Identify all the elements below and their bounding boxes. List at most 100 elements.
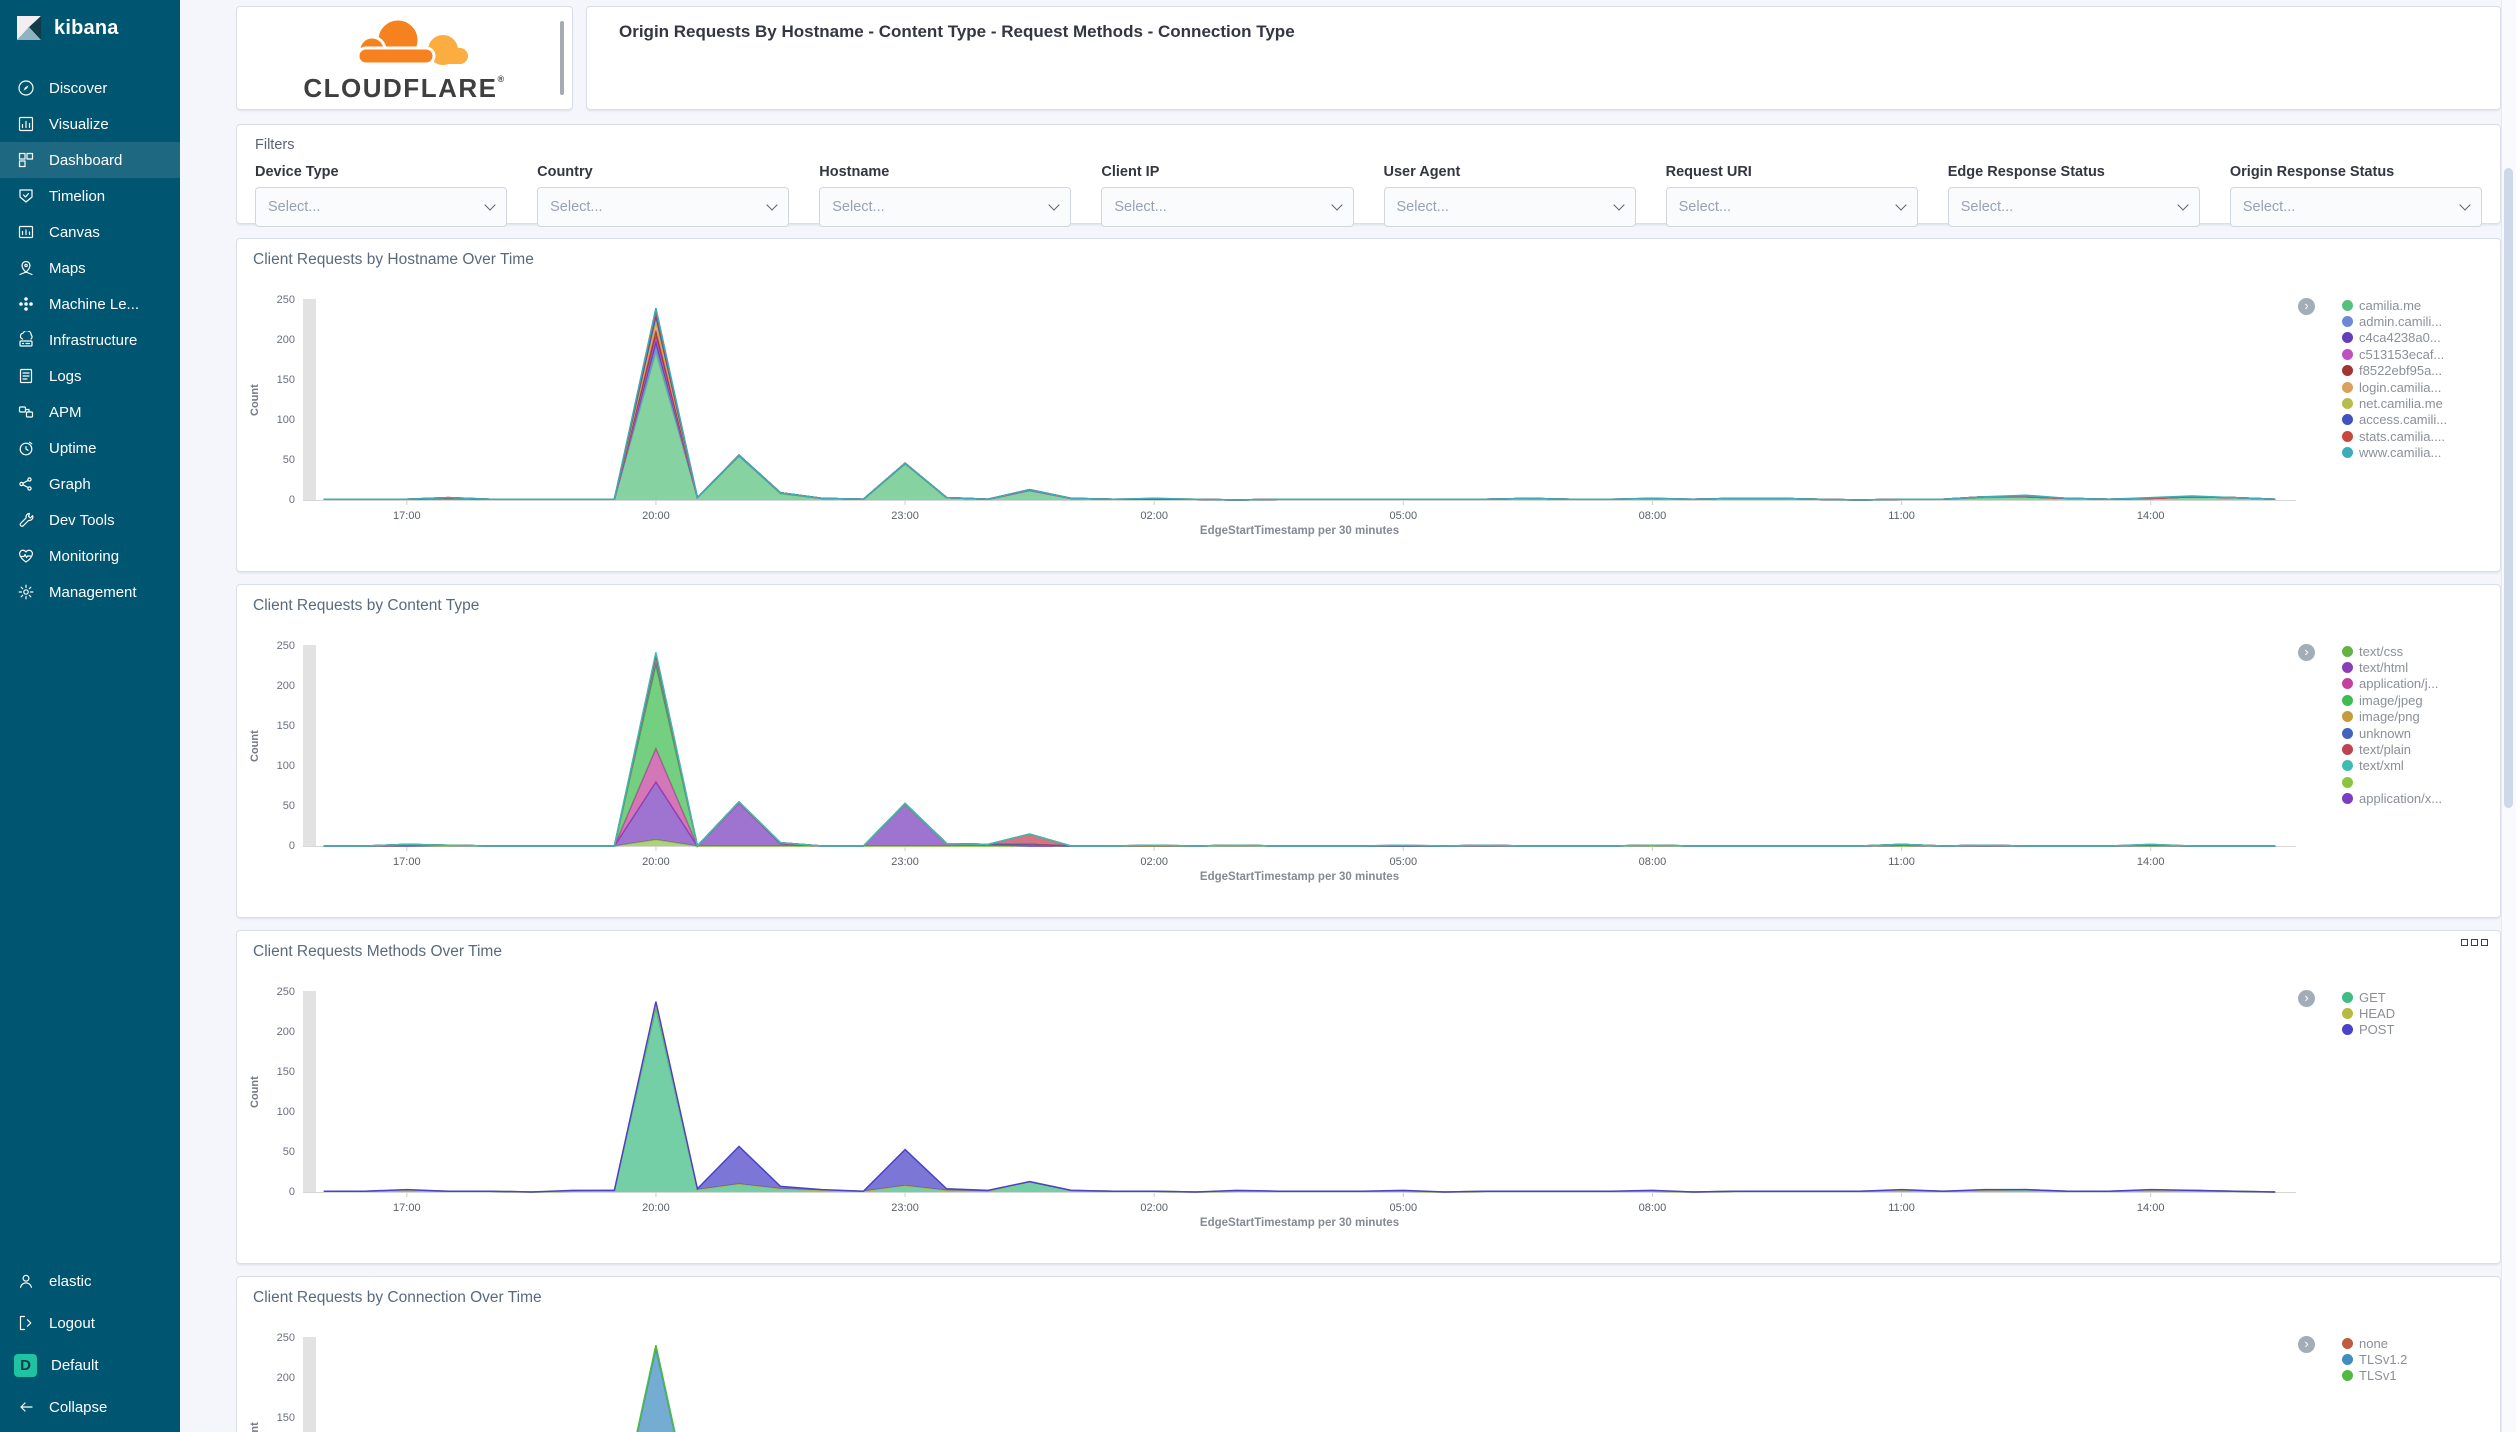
legend-toggle-icon[interactable]: › — [2298, 298, 2315, 315]
legend: › text/css text/html application/j... image/… — [2296, 641, 2494, 887]
sidebar-item-elastic[interactable]: elastic — [0, 1260, 180, 1302]
filter-select-request-uri[interactable]: Select... — [1665, 187, 1918, 227]
sidebar-item-label: Logout — [49, 1314, 95, 1332]
legend-item[interactable]: application/x... — [2342, 791, 2494, 807]
legend-item[interactable]: text/xml — [2342, 758, 2494, 774]
x-tick-label: 02:00 — [1140, 856, 1168, 868]
y-axis: 050100150200250 — [265, 1332, 303, 1432]
legend-item[interactable]: TLSv1.2 — [2342, 1351, 2494, 1367]
legend-label: POST — [2359, 1022, 2395, 1038]
area-chart-plot[interactable] — [303, 987, 2296, 1197]
legend-item[interactable]: c513153ecaf... — [2342, 346, 2494, 362]
kibana-logo[interactable]: kibana — [0, 0, 180, 56]
area-chart-plot[interactable] — [303, 1333, 2296, 1432]
legend-label: HEAD — [2359, 1006, 2396, 1022]
legend-item[interactable]: GET — [2342, 989, 2494, 1005]
legend-item[interactable]: access.camili... — [2342, 412, 2494, 428]
legend-item[interactable]: www.camilia... — [2342, 445, 2494, 461]
chart-title: Client Requests by Connection Over Time — [253, 1289, 542, 1306]
area-chart-plot[interactable] — [303, 295, 2296, 505]
panel-scrollbar[interactable] — [560, 21, 564, 95]
legend-item[interactable]: net.camilia.me — [2342, 395, 2494, 411]
legend-item[interactable]: f8522ebf95a... — [2342, 363, 2494, 379]
sidebar-item-monitoring[interactable]: Monitoring — [0, 538, 180, 574]
partial-bucket-band — [303, 991, 316, 1192]
dashboard-icon — [17, 151, 35, 169]
timelion-icon — [17, 187, 35, 205]
visualize-icon — [17, 115, 35, 133]
sidebar-item-uptime[interactable]: Uptime — [0, 430, 180, 466]
sidebar-item-timelion[interactable]: Timelion — [0, 178, 180, 214]
legend-color-dot — [2342, 1024, 2353, 1036]
sidebar-item-collapse[interactable]: Collapse — [0, 1386, 180, 1428]
sidebar-item-management[interactable]: Management — [0, 574, 180, 610]
legend-color-dot — [2342, 793, 2353, 805]
sidebar-item-apm[interactable]: APM — [0, 394, 180, 430]
legend-color-dot — [2342, 381, 2353, 393]
legend-item[interactable]: text/plain — [2342, 741, 2494, 757]
sidebar-item-logout[interactable]: Logout — [0, 1302, 180, 1344]
legend-label: text/plain — [2359, 742, 2412, 758]
sidebar-item-visualize[interactable]: Visualize — [0, 106, 180, 142]
chevron-down-icon — [1048, 199, 1061, 211]
sidebar-item-maps[interactable]: Maps — [0, 250, 180, 286]
legend-item[interactable]: admin.camili... — [2342, 313, 2494, 329]
area-chart-plot[interactable] — [303, 641, 2296, 851]
x-tick-label: 23:00 — [891, 1202, 919, 1214]
legend-item[interactable] — [2342, 774, 2494, 790]
sidebar-item-machine-le[interactable]: Machine Le... — [0, 286, 180, 322]
filter-select-device-type[interactable]: Select... — [255, 187, 508, 227]
legend-item[interactable]: TLSv1 — [2342, 1368, 2494, 1384]
sidebar-item-dev-tools[interactable]: Dev Tools — [0, 502, 180, 538]
legend-item[interactable]: unknown — [2342, 725, 2494, 741]
legend-toggle-icon[interactable]: › — [2298, 1336, 2315, 1353]
sidebar-item-discover[interactable]: Discover — [0, 70, 180, 106]
sidebar-item-infrastructure[interactable]: Infrastructure — [0, 322, 180, 358]
sidebar-item-dashboard[interactable]: Dashboard — [0, 142, 180, 178]
legend-item[interactable]: stats.camilia.... — [2342, 428, 2494, 444]
legend-color-dot — [2342, 348, 2353, 360]
y-tick-label: 150 — [276, 720, 295, 732]
series-area-application-j — [323, 748, 2276, 846]
x-tick-label: 17:00 — [393, 1202, 421, 1214]
legend-item[interactable]: text/css — [2342, 643, 2494, 659]
filter-select-edge-response-status[interactable]: Select... — [1947, 187, 2200, 227]
compass-icon — [17, 79, 35, 97]
x-axis: 17:00 20:00 23:00 02:00 05:00 08:00 11:00 14:00 — [303, 505, 2296, 525]
sidebar-item-label: Dev Tools — [49, 511, 115, 529]
sidebar-item-logs[interactable]: Logs — [0, 358, 180, 394]
partial-bucket-band — [303, 1337, 316, 1432]
legend-item[interactable]: image/jpeg — [2342, 692, 2494, 708]
legend-color-dot — [2342, 1337, 2353, 1349]
filter-select-origin-response-status[interactable]: Select... — [2229, 187, 2482, 227]
legend-color-dot — [2342, 645, 2353, 657]
filter-select-hostname[interactable]: Select... — [819, 187, 1072, 227]
legend-item[interactable]: POST — [2342, 1022, 2494, 1038]
legend-item[interactable]: image/png — [2342, 709, 2494, 725]
legend: › camilia.me admin.camili... c4ca4238a0... c… — [2296, 295, 2494, 541]
legend-item[interactable]: camilia.me — [2342, 297, 2494, 313]
x-axis: 17:00 20:00 23:00 02:00 05:00 08:00 11:00 14:00 — [303, 1197, 2296, 1217]
sidebar-item-label: Default — [51, 1356, 99, 1374]
legend-item[interactable]: application/j... — [2342, 676, 2494, 692]
legend-item[interactable]: login.camilia... — [2342, 379, 2494, 395]
filter-select-client-ip[interactable]: Select... — [1101, 187, 1354, 227]
legend-toggle-icon[interactable]: › — [2298, 644, 2315, 661]
sidebar-item-default[interactable]: D Default — [0, 1344, 180, 1386]
legend-item[interactable]: c4ca4238a0... — [2342, 330, 2494, 346]
boxes-horizontal-icon[interactable] — [2461, 939, 2488, 946]
legend-toggle-icon[interactable]: › — [2298, 990, 2315, 1007]
page-scrollbar[interactable] — [2501, 0, 2516, 1432]
sidebar-item-label: Dashboard — [49, 151, 123, 169]
page-scrollbar-thumb[interactable] — [2504, 168, 2513, 808]
filter-select-country[interactable]: Select... — [537, 187, 790, 227]
select-placeholder: Select... — [1960, 199, 2014, 215]
x-tick-label: 02:00 — [1140, 510, 1168, 522]
legend-color-dot — [2342, 662, 2353, 674]
sidebar-item-graph[interactable]: Graph — [0, 466, 180, 502]
filter-select-user-agent[interactable]: Select... — [1383, 187, 1636, 227]
legend-item[interactable]: none — [2342, 1335, 2494, 1351]
sidebar-item-canvas[interactable]: Canvas — [0, 214, 180, 250]
legend-item[interactable]: text/html — [2342, 659, 2494, 675]
legend-item[interactable]: HEAD — [2342, 1005, 2494, 1021]
